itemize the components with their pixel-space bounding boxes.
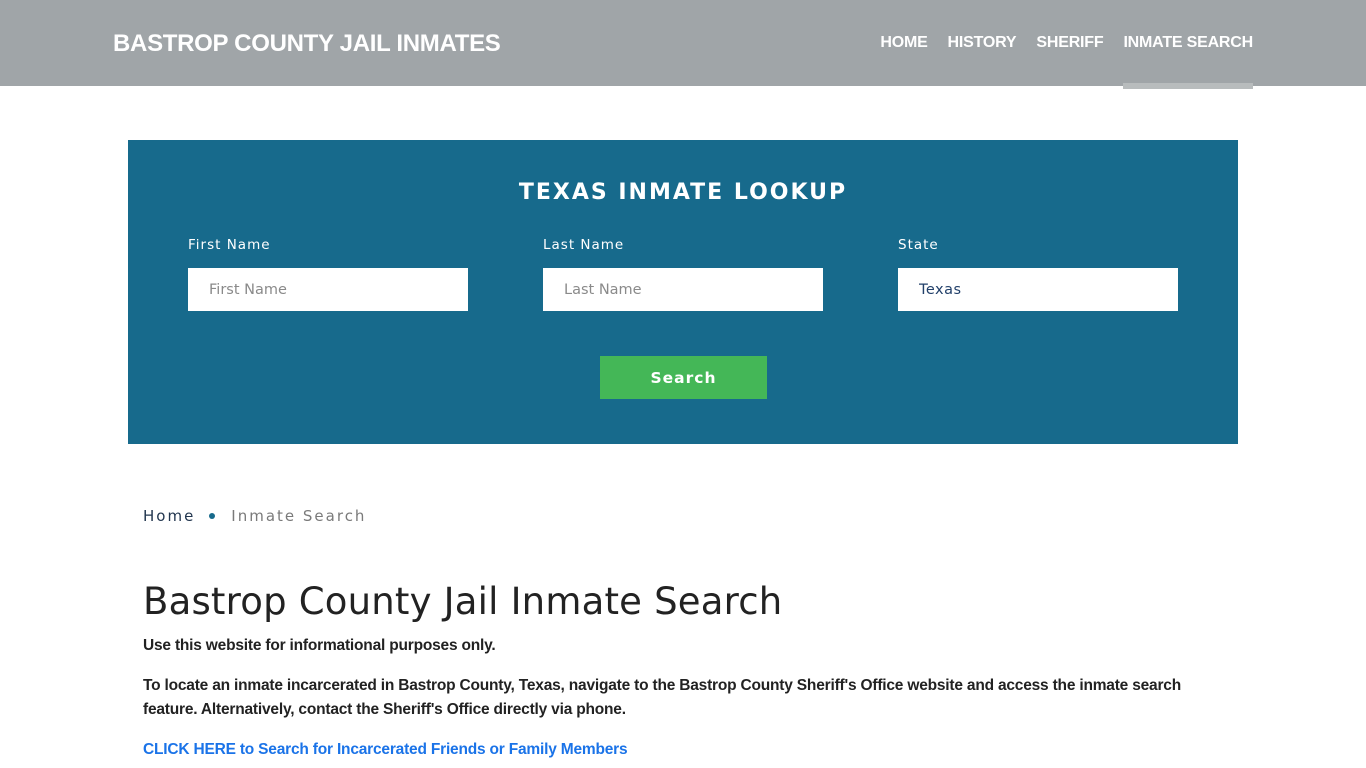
last-name-input[interactable] [543, 268, 823, 311]
breadcrumb-separator-dot [209, 513, 216, 519]
breadcrumb-current: Inmate Search [231, 507, 367, 525]
site-logo-link[interactable]: BASTROP COUNTY JAIL INMATES [113, 30, 501, 58]
nav-item-label: INMATE SEARCH [1123, 34, 1253, 51]
nav-item-sheriff[interactable]: SHERIFF [1036, 0, 1103, 86]
nav-item-inmate-search[interactable]: INMATE SEARCH [1123, 0, 1253, 89]
state-group: State [898, 237, 1178, 311]
disclaimer-text: Use this website for informational purpo… [143, 637, 496, 654]
instructions-text: To locate an inmate incarcerated in Bast… [143, 677, 1181, 718]
site-header: BASTROP COUNTY JAIL INMATES HOME HISTORY… [0, 0, 1366, 89]
nav-item-label: HISTORY [947, 34, 1017, 51]
first-name-label: First Name [188, 237, 271, 253]
nav-item-label: SHERIFF [1036, 34, 1104, 51]
search-button[interactable]: Search [600, 356, 767, 399]
last-name-group: Last Name [543, 237, 823, 311]
state-label: State [898, 237, 939, 253]
nav-item-home[interactable]: HOME [880, 0, 927, 86]
active-nav-indicator [1123, 83, 1253, 89]
lookup-title: TEXAS INMATE LOOKUP [518, 180, 848, 205]
breadcrumb: Home Inmate Search [143, 507, 366, 525]
last-name-label: Last Name [543, 237, 625, 253]
search-friends-family-link[interactable]: CLICK HERE to Search for Incarcerated Fr… [143, 738, 628, 762]
first-name-group: First Name [188, 237, 468, 311]
page-title: Bastrop County Jail Inmate Search [143, 580, 783, 623]
state-input[interactable] [898, 268, 1178, 311]
breadcrumb-home-link[interactable]: Home [143, 507, 195, 525]
nav-item-label: HOME [880, 34, 928, 51]
nav-item-history[interactable]: HISTORY [948, 0, 1017, 86]
main-nav: HOME HISTORY SHERIFF INMATE SEARCH [860, 0, 1253, 89]
first-name-input[interactable] [188, 268, 468, 311]
